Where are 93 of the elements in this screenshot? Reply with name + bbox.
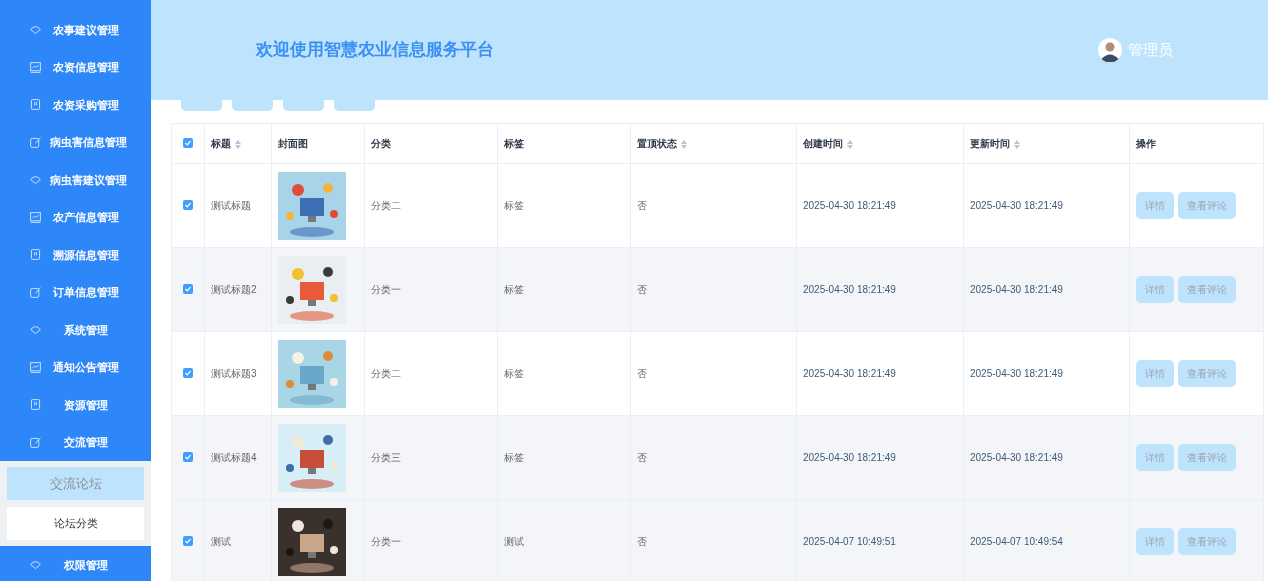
table-cell: 标签	[504, 200, 524, 211]
checkbox[interactable]	[183, 368, 193, 378]
action-button[interactable]: 详情	[1136, 276, 1174, 303]
toolbar-button[interactable]	[232, 100, 273, 111]
table-cell: 测试标题4	[211, 452, 257, 463]
table-row[interactable]: 测试标题2 分类一 标签 否 2025-04-30 18:21:49 2025-04-30 18:21:49 详情 查看评论	[171, 247, 1264, 332]
action-button[interactable]: 查看评论	[1178, 276, 1236, 303]
chart-icon	[29, 60, 42, 74]
sidebar-item[interactable]: 农事建议管理	[0, 11, 151, 49]
sort-icon[interactable]	[1014, 139, 1020, 149]
column-header: 封面图	[278, 138, 308, 149]
table-cell: 2025-04-07 10:49:54	[970, 536, 1063, 547]
sidebar-item[interactable]: 权限管理	[0, 546, 151, 581]
column-header: 操作	[1136, 138, 1156, 149]
table-cell: 标签	[504, 368, 524, 379]
table-cell: 2025-04-30 18:21:49	[970, 452, 1063, 463]
edit-icon	[29, 135, 42, 149]
edit-icon	[29, 435, 42, 449]
badge-icon	[29, 248, 42, 262]
table-cell: 2025-04-30 18:21:49	[970, 368, 1063, 379]
toolbar-button[interactable]	[283, 100, 324, 111]
toolbar-button[interactable]	[334, 100, 375, 111]
column-header: 标签	[504, 138, 524, 149]
sidebar-item[interactable]: 农产信息管理	[0, 198, 151, 236]
table-cell: 测试标题	[211, 200, 251, 211]
action-button[interactable]: 详情	[1136, 192, 1174, 219]
table-cell: 分类二	[371, 200, 401, 211]
table-cell: 测试标题3	[211, 368, 257, 379]
table-row[interactable]: 测试标题4 分类三 标签 否 2025-04-30 18:21:49 2025-04-30 18:21:49 详情 查看评论	[171, 415, 1264, 500]
checkbox[interactable]	[183, 284, 193, 294]
table-cell: 测试	[504, 536, 524, 547]
sidebar-item[interactable]: 农资信息管理	[0, 48, 151, 86]
table-cell: 测试	[211, 536, 231, 547]
submenu-item[interactable]: 论坛分类	[7, 507, 144, 540]
column-header: 创建时间	[803, 138, 843, 149]
avatar-icon	[1098, 38, 1122, 62]
action-button[interactable]: 查看评论	[1178, 360, 1236, 387]
column-header: 分类	[371, 138, 391, 149]
table-cell: 标签	[504, 452, 524, 463]
checkbox[interactable]	[183, 452, 193, 462]
table-cell: 2025-04-30 18:21:49	[803, 284, 896, 295]
table-cell: 标签	[504, 284, 524, 295]
table-cell: 分类二	[371, 368, 401, 379]
platform-title: 欢迎使用智慧农业信息服务平台	[256, 39, 494, 62]
table-cell: 2025-04-30 18:21:49	[803, 200, 896, 211]
action-button[interactable]: 查看评论	[1178, 444, 1236, 471]
sort-icon[interactable]	[235, 139, 241, 149]
table-cell: 2025-04-30 18:21:49	[970, 284, 1063, 295]
table-cell: 分类一	[371, 284, 401, 295]
sidebar-item[interactable]: 溯源信息管理	[0, 236, 151, 274]
checkbox[interactable]	[183, 200, 193, 210]
table-cell: 分类一	[371, 536, 401, 547]
badge-icon	[29, 398, 42, 412]
table-cell: 否	[637, 200, 647, 211]
table-row[interactable]: 测试标题 分类二 标签 否 2025-04-30 18:21:49 2025-04-30 18:21:49 详情 查看评论	[171, 163, 1264, 248]
action-button[interactable]: 查看评论	[1178, 528, 1236, 555]
toolbar-button[interactable]	[181, 100, 222, 111]
chart-icon	[29, 360, 42, 374]
sort-icon[interactable]	[847, 139, 853, 149]
sidebar-item[interactable]: 病虫害建议管理	[0, 161, 151, 199]
table-cell: 否	[637, 284, 647, 295]
table-cell: 分类三	[371, 452, 401, 463]
sidebar-item[interactable]: 资源管理	[0, 386, 151, 424]
checkbox[interactable]	[183, 138, 193, 148]
table-cell: 否	[637, 452, 647, 463]
action-button[interactable]: 详情	[1136, 444, 1174, 471]
column-header: 置顶状态	[637, 138, 677, 149]
table-cell: 测试标题2	[211, 284, 257, 295]
table-cell: 2025-04-30 18:21:49	[803, 452, 896, 463]
table-row[interactable]: 测试标题3 分类二 标签 否 2025-04-30 18:21:49 2025-04-30 18:21:49 详情 查看评论	[171, 331, 1264, 416]
column-header: 标题	[211, 138, 231, 149]
badge-icon	[29, 98, 42, 112]
table-cell: 否	[637, 536, 647, 547]
action-button[interactable]: 详情	[1136, 528, 1174, 555]
edit-icon	[29, 285, 42, 299]
sidebar-item[interactable]: 通知公告管理	[0, 348, 151, 386]
sidebar-item[interactable]: 订单信息管理	[0, 273, 151, 311]
action-button[interactable]: 查看评论	[1178, 192, 1236, 219]
sidebar-item[interactable]: 系统管理	[0, 311, 151, 349]
sidebar-item[interactable]: 交流管理	[0, 423, 151, 461]
table-cell: 2025-04-30 18:21:49	[803, 368, 896, 379]
table-row[interactable]: 测试 分类一 测试 否 2025-04-07 10:49:51 2025-04-07 10:49:54 详情 查看评论	[171, 499, 1264, 581]
table-cell: 2025-04-30 18:21:49	[970, 200, 1063, 211]
column-header: 更新时间	[970, 138, 1010, 149]
table-cell: 2025-04-07 10:49:51	[803, 536, 896, 547]
action-button[interactable]: 详情	[1136, 360, 1174, 387]
table-cell: 否	[637, 368, 647, 379]
sidebar-item[interactable]: 农资采购管理	[0, 86, 151, 124]
submenu-item[interactable]: 交流论坛	[7, 467, 144, 500]
chart-icon	[29, 210, 42, 224]
checkbox[interactable]	[183, 536, 193, 546]
sidebar-item[interactable]: 病虫害信息管理	[0, 123, 151, 161]
sort-icon[interactable]	[681, 139, 687, 149]
